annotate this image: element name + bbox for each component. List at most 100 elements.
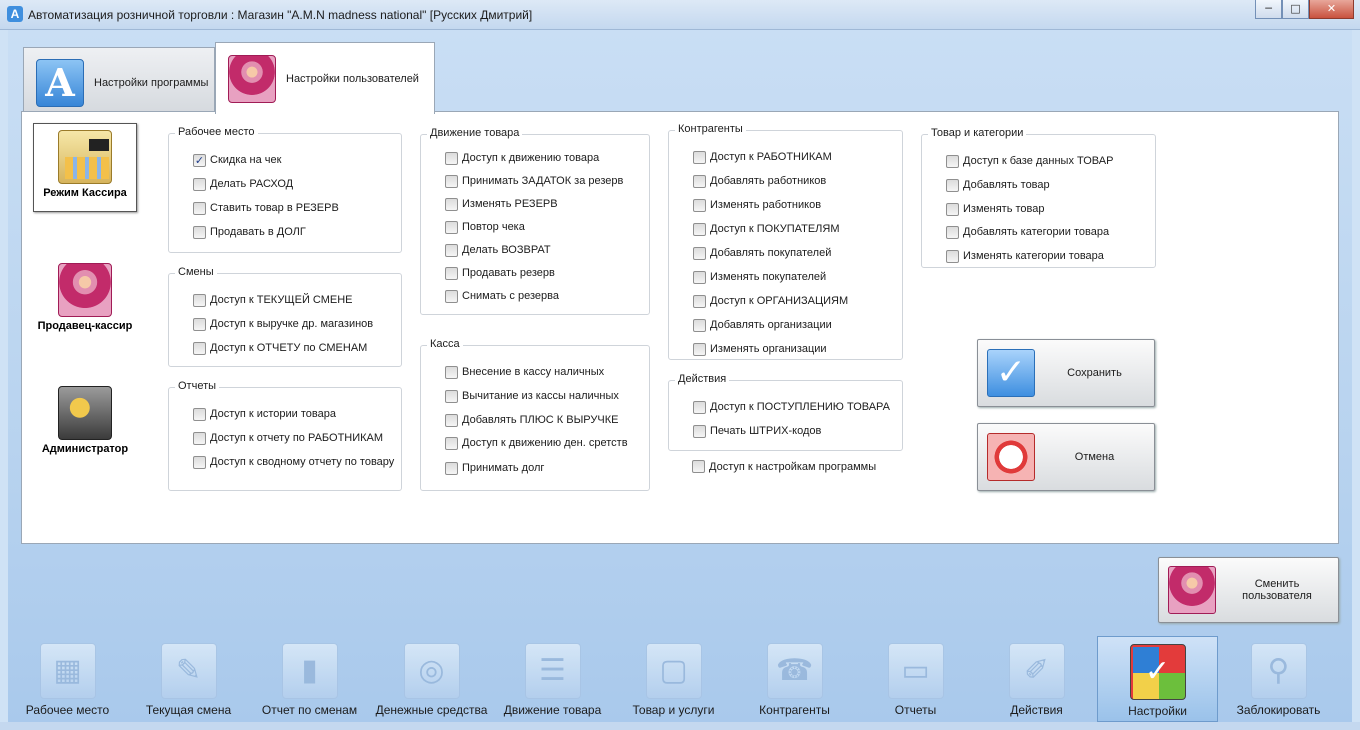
save-button[interactable]: ✓ Сохранить [977, 339, 1155, 407]
checkbox-sell-on-credit[interactable]: Продавать в ДОЛГ [193, 224, 306, 240]
minimize-button[interactable]: ─ [1255, 0, 1282, 19]
checkbox-edit-employees[interactable]: Изменять работников [693, 197, 821, 213]
checkbox-cash-out[interactable]: Вычитание из кассы наличных [445, 388, 619, 404]
checkbox-summary-report[interactable]: Доступ к сводному отчету по товару [193, 454, 394, 470]
checkbox-cash-in[interactable]: Внесение в кассу наличных [445, 364, 604, 380]
checkbox-box[interactable] [193, 431, 206, 445]
checkbox-edit-organizations[interactable]: Изменять организации [693, 341, 827, 357]
checkbox-edit-goods[interactable]: Изменять товар [946, 201, 1044, 217]
nav-counterparties[interactable]: ☎ Контрагенты [734, 636, 855, 722]
checkbox-box[interactable] [693, 270, 706, 284]
nav-goods-movement[interactable]: ☰ Движение товара [492, 636, 613, 722]
checkbox-box[interactable] [946, 225, 959, 239]
checkbox-box[interactable] [693, 342, 706, 356]
nav-reports[interactable]: ▭ Отчеты [855, 636, 976, 722]
checkbox-box[interactable] [946, 249, 959, 263]
checkbox-box[interactable] [946, 154, 959, 168]
checkbox-edit-reserve[interactable]: Изменять РЕЗЕРВ [445, 196, 558, 212]
checkbox-repeat-receipt[interactable]: Повтор чека [445, 219, 525, 235]
checkbox-add-organizations[interactable]: Добавлять организации [693, 317, 832, 333]
checkbox-customers-access[interactable]: Доступ к ПОКУПАТЕЛЯМ [693, 221, 839, 237]
checkbox-money-movement[interactable]: Доступ к движению ден. сретств [445, 435, 628, 451]
checkbox-print-barcodes[interactable]: Печать ШТРИХ-кодов [693, 423, 821, 439]
checkbox-box[interactable] [445, 389, 458, 403]
checkbox-add-customers[interactable]: Добавлять покупателей [693, 245, 831, 261]
checkbox-goods-receipt[interactable]: Доступ к ПОСТУПЛЕНИЮ ТОВАРА [693, 399, 890, 415]
checkbox-box[interactable] [693, 294, 706, 308]
tab-program-settings[interactable]: A Настройки программы [23, 47, 215, 117]
checkbox-box[interactable] [193, 407, 206, 421]
checkbox-box[interactable] [692, 460, 705, 473]
checkbox-box[interactable] [193, 201, 206, 215]
nav-money[interactable]: ◎ Денежные средства [371, 636, 492, 722]
mode-cashier[interactable]: Режим Кассира [33, 123, 137, 212]
checkbox-program-settings-access[interactable]: Доступ к настройкам программы [692, 460, 876, 473]
checkbox-employees-access[interactable]: Доступ к РАБОТНИКАМ [693, 149, 832, 165]
checkbox-box[interactable] [445, 266, 458, 280]
checkbox-box[interactable] [445, 436, 458, 450]
mode-seller-cashier[interactable]: Продавец-кассир [33, 257, 137, 346]
checkbox-box[interactable] [193, 341, 206, 355]
checkbox-shift-report[interactable]: Доступ к ОТЧЕТУ по СМЕНАМ [193, 340, 367, 356]
switch-user-button[interactable]: Сменить пользователя [1158, 557, 1339, 623]
checkbox-discount-on-receipt[interactable]: ✓ Скидка на чек [193, 152, 281, 168]
nav-actions[interactable]: ✐ Действия [976, 636, 1097, 722]
checkbox-box[interactable] [193, 293, 206, 307]
nav-settings[interactable]: ✓ Настройки [1097, 636, 1218, 722]
nav-lock[interactable]: ⚲ Заблокировать [1218, 636, 1339, 722]
checkbox-box[interactable] [946, 202, 959, 216]
checkbox-current-shift[interactable]: Доступ к ТЕКУЩЕЙ СМЕНЕ [193, 292, 353, 308]
checkbox-box[interactable] [445, 243, 458, 257]
checkbox-box[interactable] [445, 174, 458, 188]
checkbox-add-goods[interactable]: Добавлять товар [946, 177, 1050, 193]
checkbox-add-employees[interactable]: Добавлять работников [693, 173, 826, 189]
checkbox-box[interactable] [693, 198, 706, 212]
checkbox-make-expense[interactable]: Делать РАСХОД [193, 176, 293, 192]
checkbox-box[interactable] [693, 400, 706, 414]
checkbox-accept-debt[interactable]: Принимать долг [445, 460, 544, 476]
tab-user-settings[interactable]: Настройки пользователей [215, 42, 435, 114]
checkbox-box[interactable] [193, 455, 206, 469]
checkbox-make-return[interactable]: Делать ВОЗВРАТ [445, 242, 551, 258]
checkbox-accept-deposit[interactable]: Принимать ЗАДАТОК за резерв [445, 173, 623, 189]
checkbox-box[interactable] [445, 220, 458, 234]
cancel-button[interactable]: Отмена [977, 423, 1155, 491]
checkbox-box[interactable]: ✓ [193, 153, 206, 167]
checkbox-remove-reserve[interactable]: Снимать с резерва [445, 288, 559, 304]
checkbox-goods-database[interactable]: Доступ к базе данных ТОВАР [946, 153, 1113, 169]
maximize-button[interactable]: □ [1282, 0, 1309, 19]
checkbox-edit-customers[interactable]: Изменять покупателей [693, 269, 826, 285]
checkbox-organizations-access[interactable]: Доступ к ОРГАНИЗАЦИЯМ [693, 293, 848, 309]
mode-administrator[interactable]: Администратор [33, 380, 137, 469]
checkbox-box[interactable] [693, 318, 706, 332]
checkbox-box[interactable] [693, 174, 706, 188]
checkbox-employee-report[interactable]: Доступ к отчету по РАБОТНИКАМ [193, 430, 383, 446]
checkbox-edit-categories[interactable]: Изменять категории товара [946, 248, 1104, 264]
close-button[interactable]: ✕ [1309, 0, 1354, 19]
checkbox-goods-history[interactable]: Доступ к истории товара [193, 406, 336, 422]
checkbox-box[interactable] [445, 151, 458, 165]
checkbox-box[interactable] [193, 225, 206, 239]
checkbox-box[interactable] [445, 197, 458, 211]
nav-shift-report[interactable]: ▮ Отчет по сменам [249, 636, 370, 722]
checkbox-box[interactable] [693, 246, 706, 260]
checkbox-box[interactable] [445, 365, 458, 379]
checkbox-box[interactable] [693, 150, 706, 164]
checkbox-goods-movement-access[interactable]: Доступ к движению товара [445, 150, 599, 166]
checkbox-add-plus-revenue[interactable]: Добавлять ПЛЮС К ВЫРУЧКЕ [445, 412, 618, 428]
checkbox-other-stores-revenue[interactable]: Доступ к выручке др. магазинов [193, 316, 373, 332]
checkbox-box[interactable] [445, 461, 458, 475]
nav-goods-services[interactable]: ▢ Товар и услуги [613, 636, 734, 722]
checkbox-reserve-goods[interactable]: Ставить товар в РЕЗЕРВ [193, 200, 339, 216]
checkbox-sell-reserve[interactable]: Продавать резерв [445, 265, 555, 281]
checkbox-box[interactable] [693, 424, 706, 438]
checkbox-box[interactable] [445, 289, 458, 303]
checkbox-box[interactable] [946, 178, 959, 192]
checkbox-box[interactable] [693, 222, 706, 236]
checkbox-box[interactable] [193, 177, 206, 191]
nav-current-shift[interactable]: ✎ Текущая смена [128, 636, 249, 722]
checkbox-box[interactable] [445, 413, 458, 427]
checkbox-box[interactable] [193, 317, 206, 331]
nav-workplace[interactable]: ▦ Рабочее место [7, 636, 128, 722]
checkbox-add-categories[interactable]: Добавлять категории товара [946, 224, 1109, 240]
